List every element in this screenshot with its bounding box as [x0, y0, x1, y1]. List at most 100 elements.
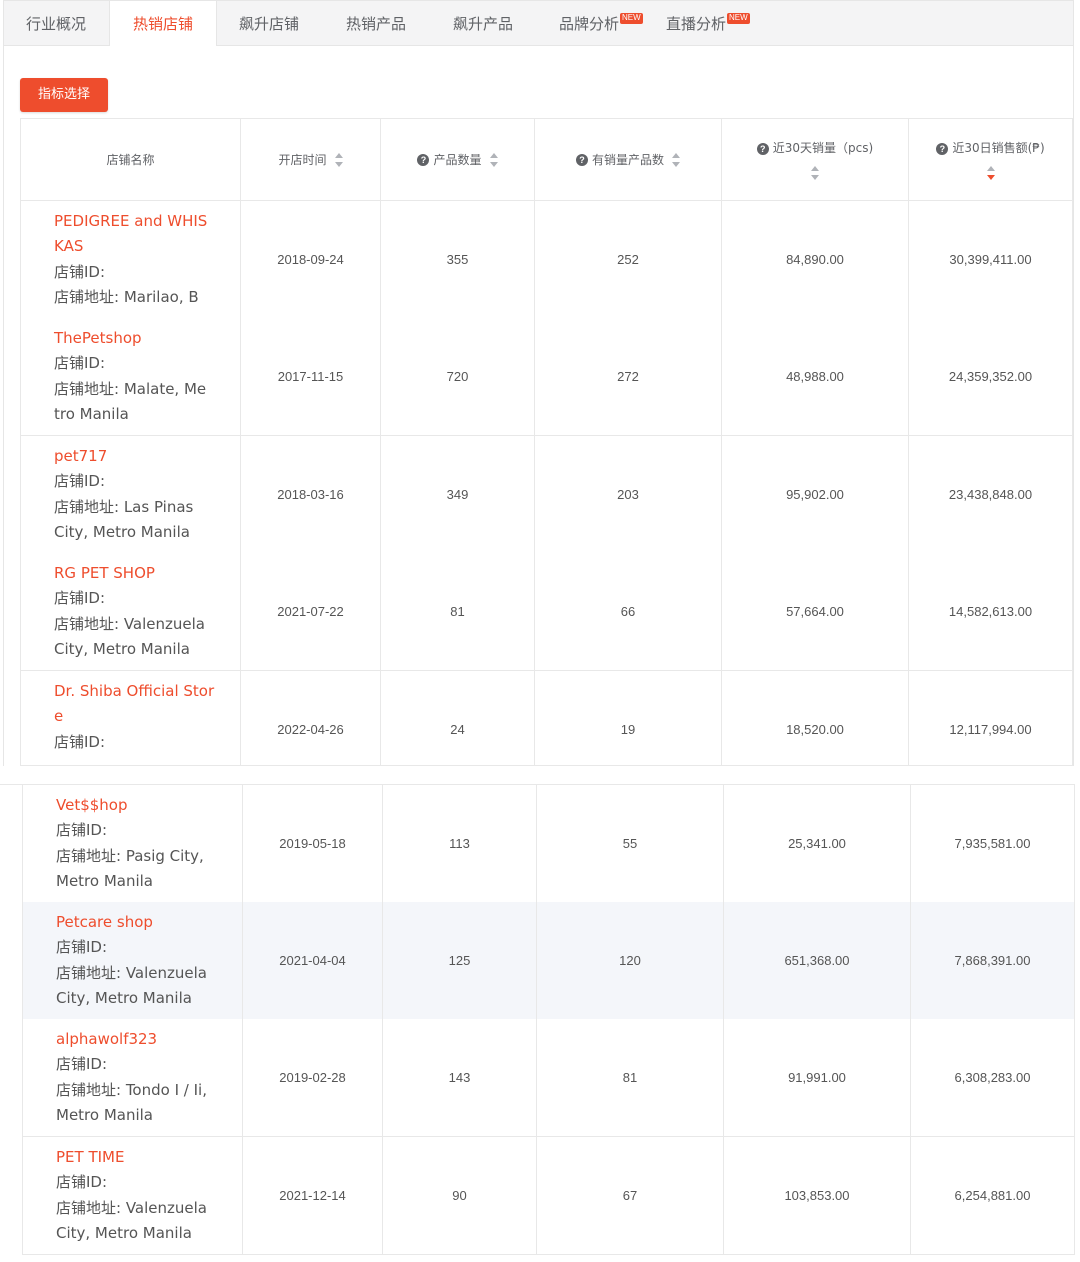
- cell-sold-product-count: 120: [537, 902, 724, 1019]
- store-name-link[interactable]: RG PET SHOP: [54, 561, 240, 586]
- new-badge: NEW: [727, 13, 750, 24]
- help-icon[interactable]: ?: [936, 143, 949, 155]
- image-stitch-gap: [0, 766, 1080, 784]
- store-name-link[interactable]: pet717: [54, 444, 240, 469]
- tab-hot-products[interactable]: 热销产品: [346, 1, 406, 47]
- new-badge: NEW: [620, 13, 643, 24]
- table-row: ThePetshop 店铺ID: 店铺地址: Malate, Me tro Manil…: [20, 318, 1073, 436]
- metric-select-button[interactable]: 指标选择: [20, 78, 108, 112]
- store-id-label: 店铺ID:: [54, 354, 106, 373]
- store-address-text: 店铺地址: Pasig City,: [56, 846, 204, 865]
- cell-sales-30d: 651,368.00: [724, 902, 911, 1019]
- cell-store-info: Petcare shop 店铺ID: 店铺地址: Valenzuela City, M…: [23, 902, 243, 1019]
- store-address-text: 店铺地址: Las Pinas: [54, 497, 194, 516]
- store-address-text: Metro Manila: [56, 1105, 154, 1124]
- cell-sold-product-count: 81: [537, 1019, 724, 1136]
- col-sold-product-count-label: 有销量产品数: [591, 153, 664, 167]
- col-revenue-30d-label: 近30日销售额(₱): [952, 141, 1045, 155]
- table-row: Dr. Shiba Official Stor e 店铺ID: 2022-04-26 2…: [20, 671, 1073, 788]
- store-name-link[interactable]: Petcare shop: [56, 910, 242, 935]
- col-store-name-label: 店铺名称: [106, 153, 155, 167]
- cell-sales-30d: 84,890.00: [722, 201, 909, 318]
- cell-product-count: 355: [381, 201, 535, 318]
- cell-store-info: Vet$$hop 店铺ID: 店铺地址: Pasig City, Metro Mani…: [23, 785, 243, 902]
- cell-sold-product-count: 55: [537, 785, 724, 902]
- cell-sales-30d: 25,341.00: [724, 785, 911, 902]
- cell-sold-product-count: 252: [535, 201, 722, 318]
- cell-open-time: 2018-09-24: [241, 201, 381, 318]
- store-name-link[interactable]: PEDIGREE and WHIS: [54, 209, 240, 234]
- cell-open-time: 2021-12-14: [243, 1137, 383, 1254]
- cell-store-info: RG PET SHOP 店铺ID: 店铺地址: Valenzuela City, Me…: [21, 553, 241, 670]
- help-icon[interactable]: ?: [417, 153, 430, 166]
- cell-product-count: 113: [383, 785, 537, 902]
- cell-store-info: Dr. Shiba Official Stor e 店铺ID:: [21, 671, 241, 765]
- cell-open-time: 2021-07-22: [241, 553, 381, 670]
- cell-open-time: 2019-02-28: [243, 1019, 383, 1136]
- cell-store-info: alphawolf323 店铺ID: 店铺地址: Tondo I / Ii, Metr…: [23, 1019, 243, 1136]
- cell-sold-product-count: 203: [535, 436, 722, 553]
- cell-product-count: 143: [383, 1019, 537, 1136]
- store-name-link[interactable]: KAS: [54, 234, 240, 259]
- help-icon[interactable]: ?: [756, 143, 769, 155]
- store-id-label: 店铺ID:: [54, 732, 106, 751]
- store-address-text: 店铺地址: Valenzuela: [54, 614, 205, 633]
- col-product-count-label: 产品数量: [433, 153, 482, 167]
- cell-sold-product-count: 272: [535, 318, 722, 435]
- sort-icon[interactable]: [489, 152, 498, 167]
- store-name-link[interactable]: Dr. Shiba Official Stor: [54, 679, 240, 704]
- store-id-label: 店铺ID:: [54, 472, 106, 491]
- cell-revenue-30d: 6,254,881.00: [954, 1188, 1031, 1203]
- tab-rising-products[interactable]: 飙升产品: [453, 1, 513, 47]
- table-row: pet717 店铺ID: 店铺地址: Las Pinas City, Metro Ma…: [20, 436, 1073, 554]
- store-address-text: 店铺地址: Tondo I / Ii,: [56, 1080, 207, 1099]
- cell-revenue-30d: 6,308,283.00: [954, 1070, 1031, 1085]
- store-address-text: Metro Manila: [56, 871, 154, 890]
- store-address-text: City, Metro Manila: [54, 522, 190, 541]
- store-address-text: 店铺地址: Valenzuela: [56, 963, 207, 982]
- store-name-link[interactable]: e: [54, 704, 240, 729]
- tab-brand-analysis[interactable]: 品牌分析 NEW: [559, 1, 643, 47]
- sort-desc-icon[interactable]: [986, 166, 995, 180]
- cell-sales-30d: 48,988.00: [722, 318, 909, 435]
- cell-revenue-30d: 7,935,581.00: [954, 836, 1031, 851]
- store-name-link[interactable]: PET TIME: [56, 1145, 242, 1170]
- table-header: 店铺名称 开店时间 ? 产品数量 ? 有销量产品数 ? 近30天销量（pcs) ?…: [20, 118, 1073, 201]
- cell-revenue-30d: 23,438,848.00: [948, 487, 1033, 502]
- store-id-label: 店铺ID:: [56, 938, 108, 957]
- tab-live-analysis[interactable]: 直播分析 NEW: [666, 1, 750, 47]
- cell-sold-product-count: 66: [535, 553, 722, 670]
- cell-open-time: 2019-05-18: [243, 785, 383, 902]
- sort-icon[interactable]: [334, 152, 343, 167]
- tab-hot-stores[interactable]: 热销店铺: [109, 1, 217, 48]
- help-icon[interactable]: ?: [575, 153, 588, 166]
- cell-store-info: ThePetshop 店铺ID: 店铺地址: Malate, Me tro Manil…: [21, 318, 241, 435]
- col-revenue-30d[interactable]: ? 近30日销售额(₱): [909, 119, 1072, 200]
- table-row: PEDIGREE and WHIS KAS 店铺ID: 店铺地址: Marilao, …: [20, 201, 1073, 319]
- cell-sales-30d: 95,902.00: [722, 436, 909, 553]
- col-open-time[interactable]: 开店时间: [241, 119, 381, 200]
- store-name-link[interactable]: Vet$$hop: [56, 793, 242, 818]
- col-store-name: 店铺名称: [21, 119, 241, 200]
- sort-icon[interactable]: [811, 166, 819, 180]
- cell-product-count: 349: [381, 436, 535, 553]
- cell-sales-30d: 103,853.00: [724, 1137, 911, 1254]
- col-sold-product-count[interactable]: ? 有销量产品数: [535, 119, 722, 200]
- sort-icon[interactable]: [672, 152, 680, 167]
- col-sales-30d[interactable]: ? 近30天销量（pcs): [722, 119, 909, 200]
- store-name-link[interactable]: alphawolf323: [56, 1027, 242, 1052]
- store-id-label: 店铺ID:: [56, 1173, 108, 1192]
- store-address-text: City, Metro Manila: [56, 988, 192, 1007]
- col-product-count[interactable]: ? 产品数量: [381, 119, 535, 200]
- cell-product-count: 81: [381, 553, 535, 670]
- store-name-link[interactable]: ThePetshop: [54, 326, 240, 351]
- store-id-label: 店铺ID:: [54, 262, 106, 281]
- tab-industry-overview[interactable]: 行业概况: [26, 1, 86, 47]
- tab-rising-stores[interactable]: 飙升店铺: [239, 1, 299, 47]
- cell-sales-30d: 91,991.00: [724, 1019, 911, 1136]
- store-address-text: 店铺地址: Malate, Me: [54, 379, 207, 398]
- cell-product-count: 125: [383, 902, 537, 1019]
- table-row: RG PET SHOP 店铺ID: 店铺地址: Valenzuela City, Me…: [20, 553, 1073, 671]
- cell-store-info: PEDIGREE and WHIS KAS 店铺ID: 店铺地址: Marilao, …: [21, 201, 241, 318]
- cell-product-count: 90: [383, 1137, 537, 1254]
